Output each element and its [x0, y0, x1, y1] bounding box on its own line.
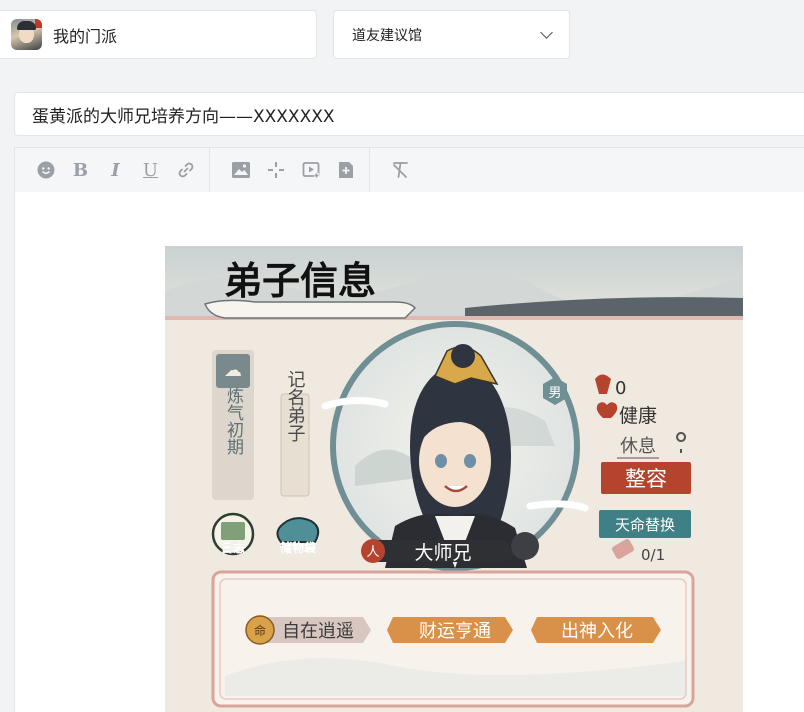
svg-text:整容: 整容 — [625, 467, 667, 491]
svg-text:财运亨通: 财运亨通 — [419, 621, 491, 642]
svg-text:休息: 休息 — [620, 436, 656, 457]
link-icon[interactable] — [168, 155, 203, 185]
trait-badge[interactable]: 命 自在逍遥 — [245, 615, 371, 645]
sparkle-icon[interactable] — [258, 155, 293, 185]
image-icon[interactable] — [223, 155, 258, 185]
svg-text:0/1: 0/1 — [641, 546, 665, 564]
toolbar-divider — [369, 148, 370, 192]
storage-bag-button[interactable]: 储物袋 — [276, 517, 320, 555]
svg-text:弟子信息: 弟子信息 — [224, 258, 376, 303]
group-selector[interactable]: 我的门派 — [0, 10, 317, 59]
svg-text:日志: 日志 — [221, 540, 245, 555]
svg-text:出神入化: 出神入化 — [561, 621, 633, 642]
svg-text:自在逍遥: 自在逍遥 — [282, 621, 354, 642]
makeover-button[interactable]: 整容 — [601, 462, 691, 494]
rich-text-editor[interactable]: B I U 弟子信息 ☁ 炼气初期 记名弟子 男 0 健康 休息 整容 天命替换… — [14, 147, 804, 712]
italic-icon[interactable]: I — [98, 155, 133, 185]
clear-format-icon[interactable] — [383, 155, 418, 185]
board-name: 道友建议馆 — [352, 27, 422, 44]
toolbar-divider — [209, 148, 210, 192]
svg-text:记名弟子: 记名弟子 — [285, 370, 306, 442]
realm-tag: ☁ 炼气初期 — [212, 350, 254, 500]
svg-text:炼气初期: 炼气初期 — [223, 387, 244, 456]
svg-text:☁: ☁ — [224, 360, 242, 381]
game-avatar-icon — [11, 19, 42, 50]
log-button[interactable]: 日志 — [211, 512, 255, 556]
chevron-down-icon — [540, 25, 553, 39]
emoji-icon[interactable] — [28, 155, 63, 185]
group-name: 我的门派 — [53, 26, 118, 46]
file-add-icon[interactable] — [328, 155, 363, 185]
svg-text:大师兄: 大师兄 — [414, 542, 471, 564]
embedded-game-screenshot[interactable]: 弟子信息 ☁ 炼气初期 记名弟子 男 0 健康 休息 整容 天命替换 0/1 日… — [165, 246, 743, 712]
video-icon[interactable] — [293, 155, 328, 185]
fate-replace-button[interactable]: 天命替换 — [599, 510, 691, 538]
trait-badge[interactable]: 出神入化 — [531, 617, 661, 643]
svg-text:天命替换: 天命替换 — [615, 516, 675, 534]
svg-text:男: 男 — [548, 386, 561, 401]
rank-tag: 记名弟子 — [280, 370, 310, 497]
svg-text:健康: 健康 — [619, 405, 657, 427]
svg-text:0: 0 — [615, 378, 626, 399]
post-title-text: 蛋黄派的大师兄培养方向——XXXXXXX — [32, 106, 335, 127]
svg-text:命: 命 — [254, 623, 266, 638]
underline-icon[interactable]: U — [133, 155, 168, 185]
bold-icon[interactable]: B — [63, 155, 98, 185]
editor-toolbar: B I U — [15, 148, 804, 192]
svg-text:储物袋: 储物袋 — [280, 540, 317, 555]
trait-badge[interactable]: 财运亨通 — [387, 617, 513, 643]
board-selector[interactable]: 道友建议馆 — [333, 10, 570, 59]
post-title-input[interactable]: 蛋黄派的大师兄培养方向——XXXXXXX — [14, 92, 804, 136]
svg-text:人: 人 — [366, 545, 379, 560]
